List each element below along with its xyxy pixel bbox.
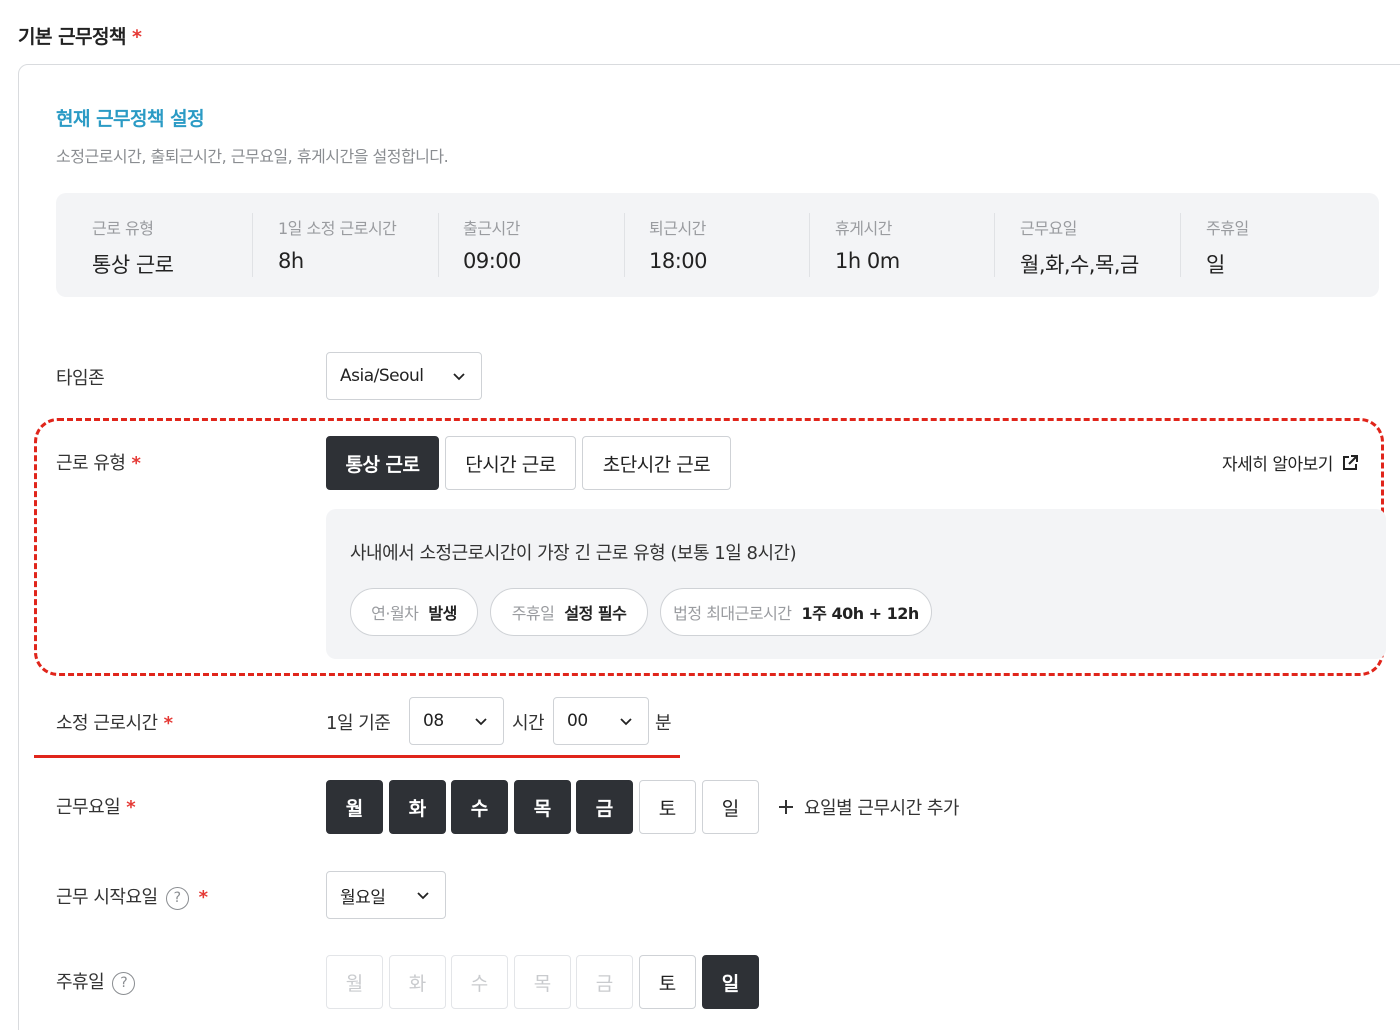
current-policy-description: 소정근로시간, 출퇴근시간, 근무요일, 휴게시간을 설정합니다.	[56, 147, 449, 166]
chip-max-hours: 법정 최대근로시간 1주 40h + 12h	[660, 588, 932, 636]
summary-break-time: 휴게시간 1h 0m	[809, 213, 995, 277]
summary-weekly-holiday: 주휴일 일	[1180, 213, 1379, 277]
help-icon[interactable]: ?	[112, 971, 136, 995]
summary-clock-out: 퇴근시간 18:00	[624, 213, 810, 277]
holiday-day-sun[interactable]: 일	[702, 955, 759, 1009]
holiday-day-sat[interactable]: 토	[639, 955, 696, 1009]
required-mark: *	[132, 26, 142, 48]
work-type-info: 사내에서 소정근로시간이 가장 긴 근로 유형 (보통 1일 8시간) 연·월차…	[326, 509, 1386, 659]
plus-icon	[779, 800, 793, 814]
work-day-mon[interactable]: 월	[326, 780, 383, 834]
work-type-short-time-button[interactable]: 초단시간 근로	[582, 436, 731, 490]
learn-more-link[interactable]: 자세히 알아보기	[1222, 450, 1359, 475]
hours-unit: 시간	[512, 713, 545, 734]
work-hours-basis: 1일 기준	[326, 713, 391, 734]
summary-clock-in: 출근시간 09:00	[438, 213, 624, 277]
holiday-day-wed: 수	[451, 955, 508, 1009]
holiday-day-thu: 목	[514, 955, 571, 1009]
summary-daily-hours: 1일 소정 근로시간 8h	[252, 213, 438, 277]
chevron-down-icon	[620, 718, 632, 726]
timezone-label: 타임존	[56, 368, 105, 389]
help-icon[interactable]: ?	[165, 886, 189, 910]
weekly-holiday-label: 주휴일?	[56, 968, 136, 995]
work-day-wed[interactable]: 수	[451, 780, 508, 834]
chip-annual-leave: 연·월차 발생	[350, 588, 478, 636]
summary-work-type: 근로 유형 통상 근로	[92, 219, 174, 277]
add-day-hours-button[interactable]: 요일별 근무시간 추가	[778, 794, 959, 820]
summary-work-days: 근무요일 월,화,수,목,금	[994, 213, 1180, 277]
external-link-icon	[1342, 454, 1358, 470]
work-day-sat[interactable]: 토	[639, 780, 696, 834]
work-day-tue[interactable]: 화	[389, 780, 446, 834]
start-day-select[interactable]: 월요일	[326, 871, 446, 919]
holiday-day-mon: 월	[326, 955, 383, 1009]
holiday-day-fri: 금	[576, 955, 633, 1009]
work-hours-underline	[34, 755, 680, 758]
current-policy-title: 현재 근무정책 설정	[56, 108, 205, 130]
work-day-fri[interactable]: 금	[576, 780, 633, 834]
chevron-down-icon	[417, 892, 429, 900]
policy-summary: 근로 유형 통상 근로 1일 소정 근로시간 8h 출근시간 09:00 퇴근시…	[56, 193, 1379, 297]
work-day-sun[interactable]: 일	[702, 780, 759, 834]
section-title: 기본 근무정책 *	[18, 26, 142, 48]
minutes-select[interactable]: 00	[553, 697, 649, 745]
hours-select[interactable]: 08	[409, 697, 504, 745]
chevron-down-icon	[453, 373, 465, 381]
work-type-info-text: 사내에서 소정근로시간이 가장 긴 근로 유형 (보통 1일 8시간)	[350, 543, 797, 564]
holiday-day-tue: 화	[389, 955, 446, 1009]
start-day-label: 근무 시작요일? *	[56, 886, 208, 910]
work-type-part-time-button[interactable]: 단시간 근로	[445, 436, 576, 490]
work-type-label: 근로 유형 *	[56, 453, 141, 474]
work-type-regular-button[interactable]: 통상 근로	[326, 436, 439, 490]
chip-weekly-holiday: 주휴일 설정 필수	[490, 588, 648, 636]
work-hours-label: 소정 근로시간 *	[56, 713, 173, 734]
work-days-label: 근무요일 *	[56, 797, 136, 818]
minutes-unit: 분	[655, 713, 672, 734]
timezone-select[interactable]: Asia/Seoul	[326, 352, 482, 400]
chevron-down-icon	[475, 718, 487, 726]
work-day-thu[interactable]: 목	[514, 780, 571, 834]
